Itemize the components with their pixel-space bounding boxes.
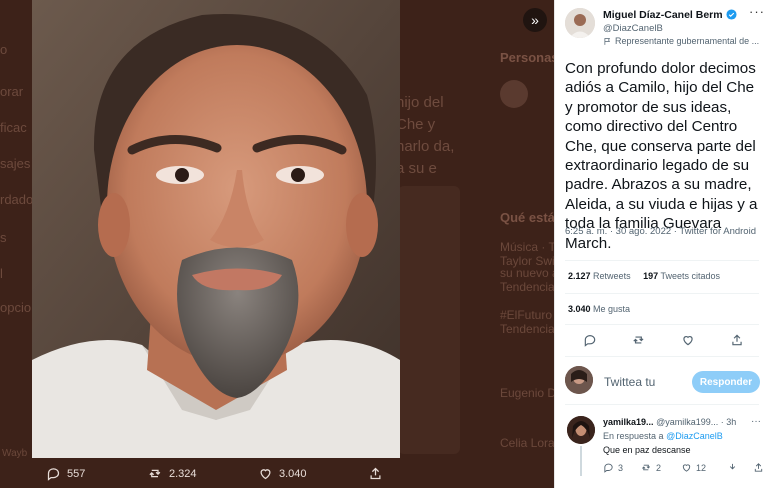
reply-to-line: En respuesta a @DiazCanelB <box>603 431 723 441</box>
bg-trend-line: Música · Tendencia <box>500 240 554 254</box>
likes-label[interactable]: Me gusta <box>593 304 630 314</box>
tweet-detail-panel: Miguel Díaz-Canel Bermú... ··· @DiazCane… <box>554 0 768 488</box>
heart-icon[interactable] <box>681 333 695 347</box>
photo-retweet-button[interactable]: 2.324 <box>148 466 197 481</box>
tweet-text: Con profundo dolor decimos adiós a Camil… <box>565 60 758 252</box>
collapse-panel-button[interactable]: » <box>523 8 547 32</box>
portrait-image <box>32 0 400 458</box>
reply-icon <box>604 463 613 473</box>
commenter-avatar[interactable] <box>567 416 595 444</box>
reply-icon[interactable] <box>583 333 597 347</box>
divider <box>565 324 759 325</box>
comment-reply-button[interactable]: 3 <box>603 462 623 473</box>
bg-trend-line: su nuevo álbum <box>500 266 554 280</box>
reply-icon <box>47 468 60 481</box>
divider <box>565 293 759 294</box>
bg-trend-line: Celia Lora <box>500 436 554 450</box>
reply-to-handle[interactable]: @DiazCanelB <box>666 431 723 441</box>
photo-reply-count: 557 <box>67 467 86 480</box>
reply-input[interactable]: Twittea tu <box>604 375 655 389</box>
comment-text: Que en paz descanse <box>603 445 691 455</box>
photo-like-count: 3.040 <box>279 467 307 480</box>
comment-retweet-count: 2 <box>656 462 662 473</box>
bg-nav-item: orar <box>0 84 24 99</box>
tweet-likes: 3.040 Me gusta <box>568 304 630 314</box>
comment-header: yamilka19... @yamilka199... · 3h <box>603 417 763 427</box>
avatar-image <box>565 366 593 394</box>
author-handle[interactable]: @DiazCanelB <box>603 23 663 34</box>
divider <box>565 356 759 357</box>
comment-action-bar: 3 2 12 <box>603 462 763 476</box>
share-icon <box>370 467 381 480</box>
tweet-stats: 2.127 Retweets 197 Tweets citados <box>568 271 720 281</box>
avatar-image <box>567 416 595 444</box>
quotes-count[interactable]: 197 <box>643 271 658 281</box>
flag-icon <box>604 37 610 45</box>
comment-time[interactable]: · 3h <box>721 417 737 427</box>
bg-tweet-snippet: hijo del Che y narlo da, a su e <box>396 94 455 177</box>
avatar-image <box>565 8 595 38</box>
retweets-count[interactable]: 2.127 <box>568 271 591 281</box>
tweet-timestamp[interactable]: 6:25 a. m. · 30 ago. 2022 · Twitter for … <box>565 226 761 239</box>
comment-share-button[interactable] <box>753 462 764 473</box>
government-label[interactable]: Representante gubernamental de ... <box>603 36 768 46</box>
commenter-handle[interactable]: @yamilka199... <box>656 417 718 427</box>
bg-trend-line: Eugenio Derbez <box>500 386 554 400</box>
bg-nav-item: ficac <box>0 120 27 135</box>
bg-nav-item: opcio <box>0 300 32 315</box>
download-icon <box>729 463 736 470</box>
bg-nav-item: s <box>0 230 7 245</box>
comment-download-button[interactable] <box>727 462 738 473</box>
bg-trend-line: Tendencia <box>500 322 554 336</box>
retweet-icon <box>149 469 161 478</box>
retweet-icon[interactable] <box>632 333 646 347</box>
current-user-avatar <box>565 366 593 394</box>
double-chevron-right-icon: » <box>531 12 539 28</box>
divider <box>565 260 759 261</box>
bg-trend-line: #ElFuturo <box>500 308 553 322</box>
bg-panel-heading: Personas <box>500 50 554 65</box>
comment-more-button[interactable]: ··· <box>751 416 761 427</box>
more-options-button[interactable]: ··· <box>749 4 765 19</box>
quotes-label[interactable]: Tweets citados <box>660 271 720 281</box>
tweet-photo[interactable] <box>32 0 400 458</box>
photo-like-button[interactable]: 3.040 <box>258 466 307 481</box>
retweet-icon <box>642 464 651 471</box>
bg-nav-item: sajes <box>0 156 31 171</box>
bg-nav-item: l <box>0 266 3 281</box>
photo-share-button[interactable] <box>368 466 383 481</box>
author-avatar[interactable] <box>565 8 595 38</box>
comment-retweet-button[interactable]: 2 <box>641 462 661 473</box>
retweets-label[interactable]: Retweets <box>593 271 631 281</box>
background-nav: o orar ficac sajes rdados s l opcio <box>0 0 40 488</box>
verified-badge-icon <box>726 9 737 20</box>
share-icon[interactable] <box>730 333 744 347</box>
bg-trend-line: Tendencias <box>500 280 554 294</box>
reply-to-prefix: En respuesta a <box>603 431 664 441</box>
heart-icon <box>260 469 271 480</box>
author-name[interactable]: Miguel Díaz-Canel Bermú... <box>603 9 723 21</box>
heart-icon <box>682 464 691 472</box>
comment-like-count: 12 <box>696 462 707 473</box>
bg-nav-item: o <box>0 42 8 57</box>
comment-like-button[interactable]: 12 <box>681 462 706 473</box>
likes-count[interactable]: 3.040 <box>568 304 591 314</box>
comment-reply-count: 3 <box>618 462 624 473</box>
share-icon <box>754 463 763 472</box>
bg-right-panel: Personas Qué está Música · Tendencia Tay… <box>490 0 554 488</box>
government-label-text: Representante gubernamental de ... <box>615 36 760 46</box>
reply-submit-button[interactable]: Responder <box>692 371 760 393</box>
bg-bottom-label: Wayb <box>2 448 28 459</box>
commenter-name[interactable]: yamilka19... <box>603 417 654 427</box>
divider <box>565 404 759 405</box>
thread-line <box>580 446 582 476</box>
photo-retweet-count: 2.324 <box>169 467 197 480</box>
bg-trends-heading: Qué está <box>500 210 554 225</box>
bg-trends-box <box>398 186 460 454</box>
photo-action-bar: 557 2.324 3.040 <box>32 458 400 488</box>
photo-reply-button[interactable]: 557 <box>46 466 85 481</box>
